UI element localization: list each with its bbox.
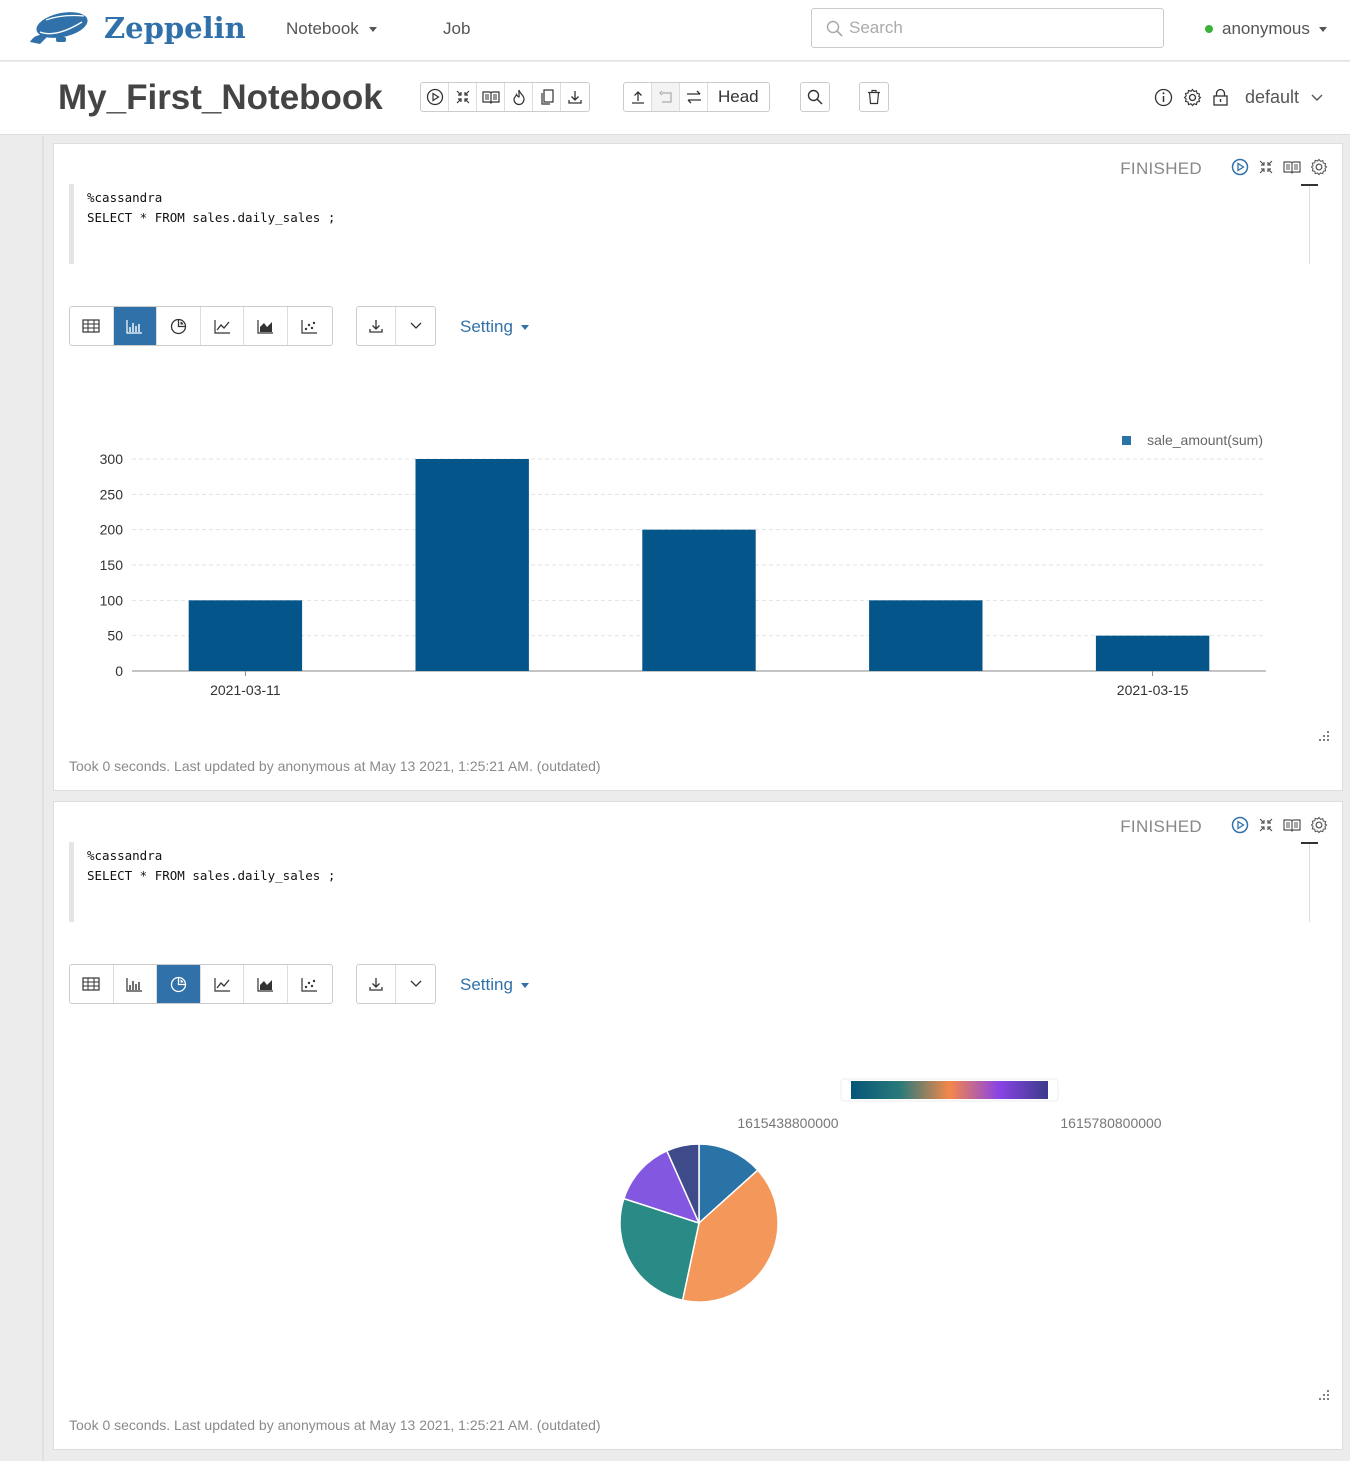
interpreter-binding-dropdown[interactable]: default [1245, 87, 1323, 108]
caret-down-icon [1318, 26, 1327, 32]
export-notebook-button[interactable] [561, 83, 589, 111]
gutter-divider [42, 136, 44, 1461]
y-tick-label: 150 [100, 557, 124, 573]
zeppelin-logo-icon[interactable] [26, 8, 90, 50]
revision-dropdown[interactable]: Head [708, 83, 769, 111]
username: anonymous [1222, 19, 1310, 38]
search-code-group [800, 82, 830, 112]
legend-label: sale_amount(sum) [1147, 432, 1263, 448]
y-tick-label: 0 [115, 663, 123, 679]
resize-handle-icon[interactable] [1316, 1387, 1330, 1401]
download-icon [568, 91, 582, 104]
x-tick-label: 2021-03-11 [210, 682, 281, 698]
caret-down-icon [368, 26, 377, 32]
y-tick-label: 100 [100, 592, 124, 608]
collapse-arrows-icon [456, 90, 469, 104]
bar [869, 600, 983, 671]
clear-output-button[interactable] [505, 83, 533, 111]
revert-button[interactable] [652, 83, 680, 111]
lock-icon[interactable] [1212, 88, 1229, 107]
interpreter-label: default [1245, 87, 1300, 107]
hide-output-button[interactable] [477, 83, 505, 111]
revert-icon [658, 90, 672, 103]
search-code-button[interactable] [801, 83, 829, 111]
paragraph-1: FINISHED %cassandra SELECT * FROM sales.d… [53, 143, 1343, 791]
notebook-actions-group [420, 82, 590, 112]
y-tick-label: 300 [100, 451, 124, 467]
commit-button[interactable] [624, 83, 652, 111]
job-link[interactable]: Job [443, 19, 470, 39]
top-navbar: Zeppelin Notebook Job anonymous [0, 0, 1350, 61]
delete-notebook-button[interactable] [860, 83, 888, 111]
bar [188, 600, 303, 671]
run-all-button[interactable] [421, 83, 449, 111]
clone-notebook-button[interactable] [533, 83, 561, 111]
y-tick-label: 250 [100, 486, 124, 502]
user-menu[interactable]: anonymous [1205, 19, 1327, 39]
bar [642, 529, 756, 671]
resize-handle-icon[interactable] [1316, 728, 1330, 742]
hide-code-button[interactable] [449, 83, 477, 111]
y-tick-label: 200 [100, 522, 124, 538]
header-right-tools: default [1154, 87, 1323, 108]
compare-revisions-button[interactable] [680, 83, 708, 111]
notebook-title[interactable]: My_First_Notebook [58, 78, 383, 118]
book-open-icon [481, 91, 500, 104]
notebook-menu[interactable]: Notebook [286, 19, 377, 39]
trash-icon [868, 89, 880, 105]
play-circle-icon [426, 88, 443, 106]
search-box[interactable] [811, 8, 1164, 48]
legend-swatch [1122, 436, 1131, 445]
colorscale-max-label: 1615780800000 [1060, 1115, 1161, 1131]
eraser-flame-icon [512, 89, 525, 106]
chevron-down-icon [1311, 94, 1323, 101]
colorscale-min-label: 1615438800000 [737, 1115, 838, 1131]
pie-chart: 1615438800000 1615780800000 [619, 1078, 1162, 1303]
notebook-menu-label: Notebook [286, 19, 359, 38]
paragraph-footer: Took 0 seconds. Last updated by anonymou… [69, 1417, 601, 1433]
colorscale-bar [851, 1081, 1048, 1099]
bar [1095, 635, 1210, 671]
brand-name[interactable]: Zeppelin [104, 11, 246, 45]
version-control-group: Head [623, 82, 770, 112]
notebook-header: My_First_Notebook Head default [0, 62, 1350, 135]
search-icon [826, 20, 843, 37]
x-tick-label: 2021-03-15 [1117, 682, 1189, 698]
paragraph-footer: Took 0 seconds. Last updated by anonymou… [69, 758, 601, 774]
swap-arrows-icon [686, 90, 701, 104]
online-status-icon [1205, 25, 1213, 33]
copy-icon [540, 89, 554, 105]
search-icon [807, 89, 823, 105]
gear-icon[interactable] [1183, 88, 1202, 107]
paragraph-2: FINISHED %cassandra SELECT * FROM sales.d… [53, 801, 1343, 1450]
bar [415, 459, 529, 671]
search-input[interactable] [849, 18, 1149, 38]
trash-group [859, 82, 889, 112]
info-icon[interactable] [1154, 88, 1173, 107]
upload-icon [631, 91, 644, 104]
y-tick-label: 50 [107, 628, 123, 644]
bar-chart: 0 50 100 150 200 250 300 2021-03-11 2021-03-15 sa… [100, 432, 1266, 698]
